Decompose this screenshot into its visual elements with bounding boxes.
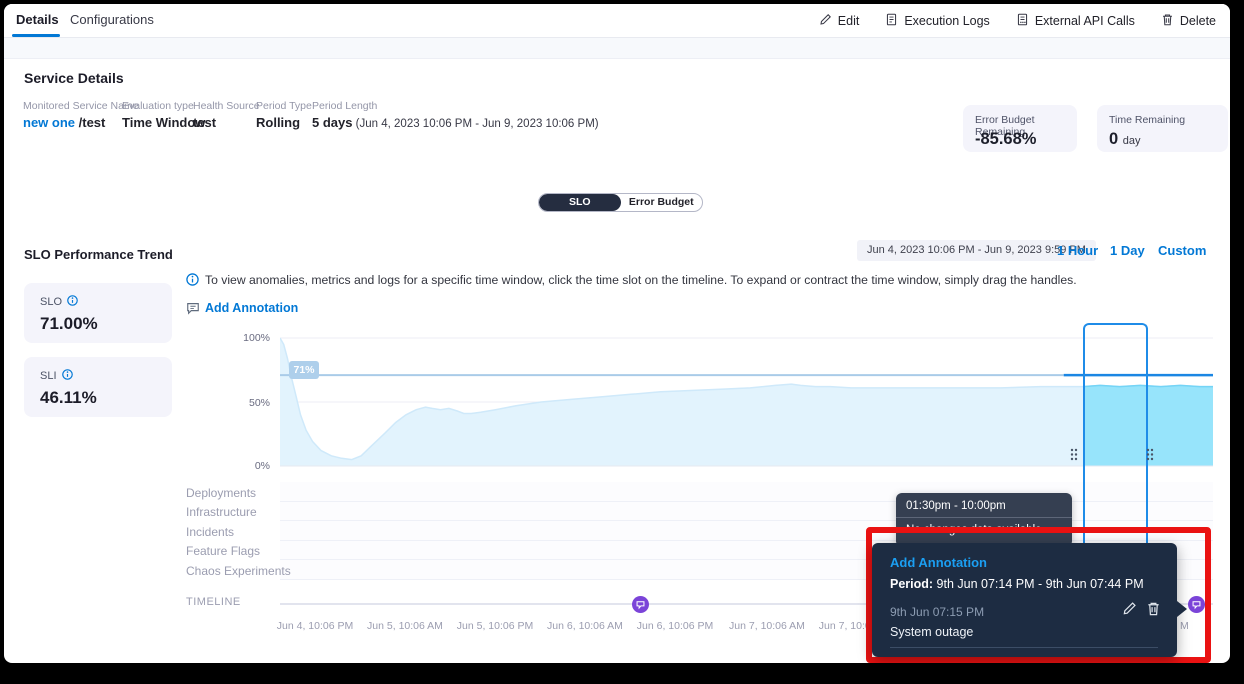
popup-edit-icon[interactable] — [1122, 601, 1137, 621]
app-window: Details Configurations Edit Execution Lo… — [4, 4, 1230, 663]
toggle-option-slo[interactable]: SLO — [539, 194, 621, 211]
delete-button[interactable]: Delete — [1161, 13, 1216, 29]
x-tick: Jun 5, 10:06 PM — [450, 620, 540, 632]
delete-label: Delete — [1180, 14, 1216, 28]
label-deployments: Deployments — [186, 486, 256, 500]
document-icon — [885, 13, 898, 29]
range-link-1day[interactable]: 1 Day — [1110, 243, 1145, 258]
annotation-marker-1[interactable] — [632, 596, 649, 613]
popup-period-value: 9th Jun 07:14 PM - 9th Jun 07:44 PM — [933, 577, 1144, 591]
objective-badge: 71% — [289, 361, 319, 379]
monitored-service-link[interactable]: new one — [23, 115, 75, 130]
active-tab-underline — [12, 34, 60, 37]
header-divider-band — [4, 38, 1230, 59]
tab-configurations[interactable]: Configurations — [70, 4, 154, 36]
brush-handle-right[interactable] — [1145, 447, 1155, 462]
toggle-option-error-budget[interactable]: Error Budget — [621, 194, 703, 211]
field-label: Period Length — [312, 100, 599, 112]
slo-card: SLO 71.00% — [24, 283, 172, 343]
error-budget-card: Error Budget Remaining -85.68% — [963, 105, 1077, 152]
edit-label: Edit — [838, 14, 860, 28]
label-infrastructure: Infrastructure — [186, 505, 257, 519]
field-label: Health Source — [193, 100, 260, 112]
timeline-help-text: To view anomalies, metrics and logs for … — [205, 273, 1077, 287]
pencil-icon — [819, 13, 832, 29]
execution-logs-button[interactable]: Execution Logs — [885, 13, 989, 29]
field-label: Period Type — [256, 100, 312, 112]
label-feature-flags: Feature Flags — [186, 544, 260, 558]
tooltip-time-range: 01:30pm - 10:00pm — [896, 493, 1072, 517]
popup-delete-icon[interactable] — [1146, 601, 1161, 621]
field-period-length: Period Length 5 days (Jun 4, 2023 10:06 … — [312, 100, 599, 130]
service-env-suffix: /test — [75, 115, 105, 130]
field-period-type: Period Type Rolling — [256, 100, 312, 130]
service-details-title: Service Details — [24, 70, 124, 86]
popup-entry-text: System outage — [890, 625, 973, 639]
field-value: Rolling — [256, 115, 312, 130]
time-window-brush[interactable] — [1083, 323, 1148, 547]
label-chaos-experiments: Chaos Experiments — [186, 564, 291, 578]
sli-card: SLI 46.11% — [24, 357, 172, 417]
y-tick-0: 0% — [234, 460, 270, 472]
time-remaining-value: 0 day — [1109, 130, 1141, 149]
popup-add-annotation-link[interactable]: Add Annotation — [890, 555, 987, 570]
sli-label: SLI — [40, 370, 57, 382]
popup-entry-time: 9th Jun 07:15 PM — [890, 605, 984, 619]
brush-handle-left[interactable] — [1069, 447, 1079, 462]
row-deployments[interactable] — [280, 482, 1213, 502]
slo-value: 71.00% — [40, 314, 98, 334]
sli-value: 46.11% — [40, 388, 97, 408]
field-health-source: Health Source test — [193, 100, 260, 130]
y-tick-100: 100% — [234, 332, 270, 344]
popup-period: Period: 9th Jun 07:14 PM - 9th Jun 07:44… — [890, 577, 1144, 591]
popup-caret — [1177, 601, 1187, 617]
period-range: (Jun 4, 2023 10:06 PM - Jun 9, 2023 10:0… — [352, 118, 598, 130]
header-toolbar: Edit Execution Logs External API Calls D… — [819, 4, 1216, 37]
annotation-bubble-icon — [186, 301, 200, 320]
field-value: 5 days — [312, 115, 352, 130]
trend-title: SLO Performance Trend — [24, 247, 173, 262]
row-infrastructure[interactable] — [280, 502, 1213, 522]
popup-period-label: Period: — [890, 577, 933, 591]
sli-info-icon[interactable] — [62, 369, 73, 383]
time-remaining-unit: day — [1123, 135, 1141, 147]
time-remaining-card: Time Remaining 0 day — [1097, 105, 1228, 152]
timeline-label: TIMELINE — [186, 596, 241, 608]
document-api-icon — [1016, 13, 1029, 29]
slo-label: SLO — [40, 296, 62, 308]
slo-errorbudget-toggle: SLO Error Budget — [538, 193, 703, 212]
x-tick: Jun 6, 10:06 AM — [540, 620, 630, 632]
x-tick: Jun 7, 10:06 AM — [722, 620, 812, 632]
execution-logs-label: Execution Logs — [904, 14, 989, 28]
error-budget-value: -85.68% — [975, 130, 1036, 149]
y-tick-50: 50% — [234, 397, 270, 409]
popup-divider — [890, 647, 1158, 648]
annotation-popup: Add Annotation Period: 9th Jun 07:14 PM … — [872, 543, 1177, 657]
edit-button[interactable]: Edit — [819, 13, 860, 29]
range-link-custom[interactable]: Custom — [1158, 243, 1206, 258]
label-incidents: Incidents — [186, 525, 234, 539]
annotation-popup-highlight-frame: Add Annotation Period: 9th Jun 07:14 PM … — [866, 527, 1211, 663]
x-tick: Jun 4, 10:06 PM — [270, 620, 360, 632]
x-tick: Jun 6, 10:06 PM — [630, 620, 720, 632]
range-link-1hour[interactable]: 1 Hour — [1057, 243, 1098, 258]
external-api-calls-label: External API Calls — [1035, 14, 1135, 28]
time-remaining-label: Time Remaining — [1109, 114, 1185, 126]
tab-details[interactable]: Details — [16, 4, 59, 36]
external-api-calls-button[interactable]: External API Calls — [1016, 13, 1135, 29]
info-icon — [186, 273, 199, 291]
x-tick: Jun 5, 10:06 AM — [360, 620, 450, 632]
trash-icon — [1161, 13, 1174, 29]
slo-info-icon[interactable] — [67, 295, 78, 309]
tab-bar: Details Configurations Edit Execution Lo… — [4, 4, 1230, 38]
field-value: test — [193, 115, 260, 130]
add-annotation-link[interactable]: Add Annotation — [205, 301, 298, 315]
